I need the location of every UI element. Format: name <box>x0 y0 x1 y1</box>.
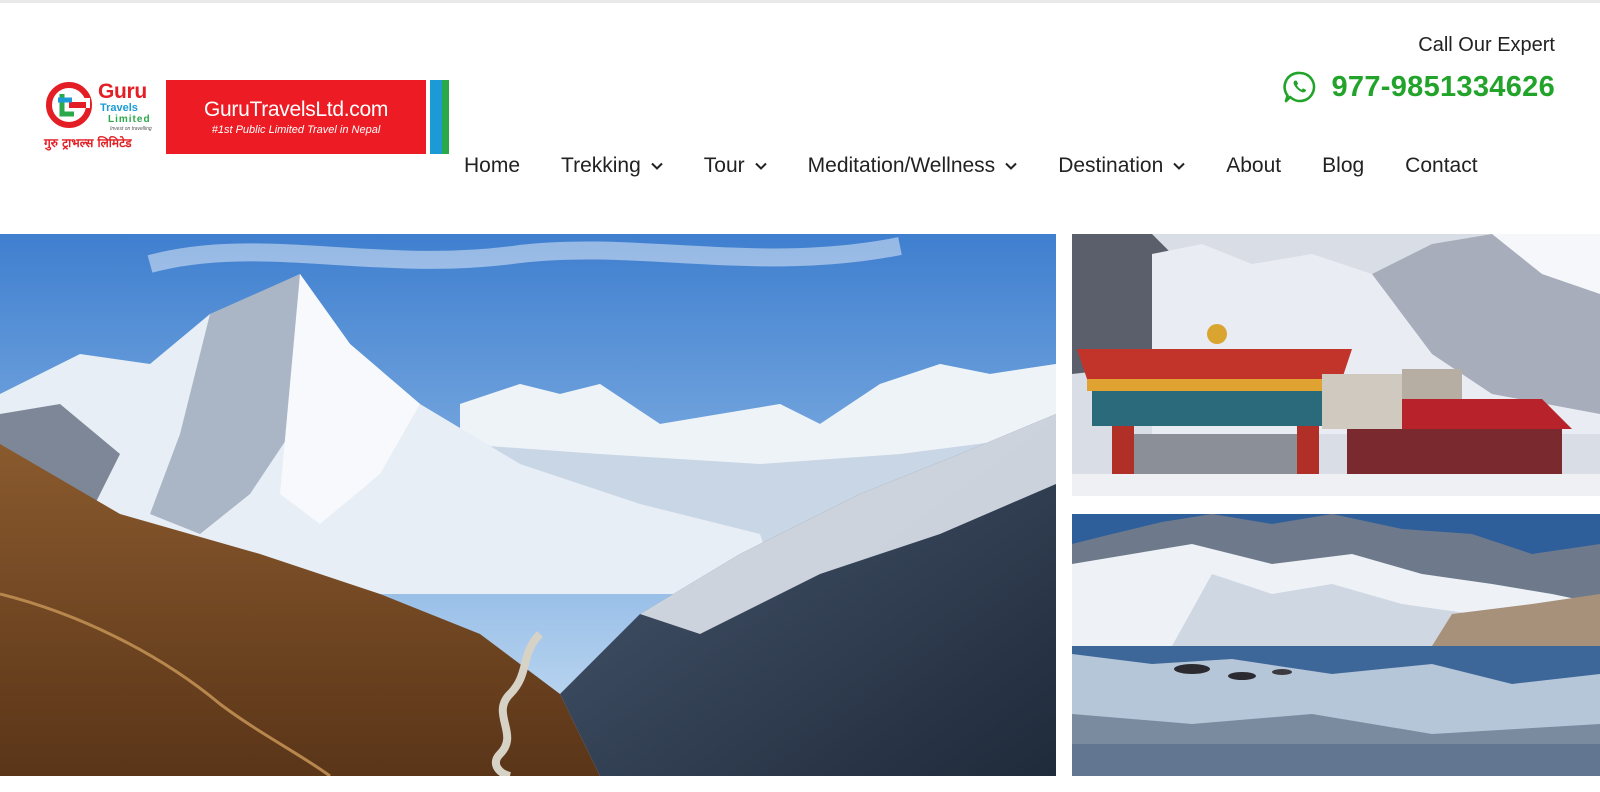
chevron-down-icon <box>1173 162 1185 170</box>
logo-limited-text: Limited <box>108 114 151 125</box>
site-logo[interactable]: Guru Travels Limited Invest on travellin… <box>44 80 455 154</box>
nav-item-tour[interactable]: Tour <box>704 154 767 178</box>
logo-tagline: Invest on travelling <box>110 126 152 132</box>
monastery-illustration <box>1072 234 1600 496</box>
logo-stripes <box>426 80 449 154</box>
mountain-lake-illustration <box>1072 514 1600 776</box>
nav-item-about[interactable]: About <box>1226 154 1281 178</box>
nav-item-label: Home <box>464 154 521 177</box>
top-border <box>0 0 1600 3</box>
chevron-down-icon <box>651 162 663 170</box>
nav-item-trekking[interactable]: Trekking <box>561 154 663 178</box>
nav-item-destination[interactable]: Destination <box>1058 154 1185 178</box>
nav-item-label: Meditation/Wellness <box>807 154 996 177</box>
himalayan-valley-photo[interactable] <box>0 234 1056 776</box>
logo-subtitle: #1st Public Limited Travel in Nepal <box>211 124 381 136</box>
main-nav: Home Trekking Tour Meditation/Wellness D… <box>464 154 1478 178</box>
logo-banner: GuruTravelsLtd.com #1st Public Limited T… <box>166 80 426 154</box>
chevron-down-icon <box>754 162 767 170</box>
nav-item-home[interactable]: Home <box>464 154 520 178</box>
chevron-down-icon <box>1005 162 1017 170</box>
phone-number[interactable]: 977-9851334626 <box>1331 71 1555 104</box>
mountain-lake-photo[interactable] <box>1072 514 1600 776</box>
monastery-photo[interactable] <box>1072 234 1600 496</box>
nav-item-meditation-wellness[interactable]: Meditation/Wellness <box>808 154 1018 178</box>
logo-emblem-block: Guru Travels Limited Invest on travellin… <box>44 80 166 154</box>
logo-site-name: GuruTravelsLtd.com <box>203 98 389 121</box>
nav-item-label: Blog <box>1322 154 1365 177</box>
logo-devanagari-text: गुरु ट्राभल्स लिमिटेड <box>44 136 132 150</box>
logo-travels-text: Travels <box>100 102 138 114</box>
nav-item-label: Contact <box>1405 154 1478 177</box>
whatsapp-icon[interactable] <box>1283 70 1317 104</box>
nav-item-label: Trekking <box>561 154 641 177</box>
nav-item-blog[interactable]: Blog <box>1322 154 1364 178</box>
himalayan-valley-illustration <box>0 234 1056 776</box>
call-expert-label: Call Our Expert <box>1418 34 1555 56</box>
nav-item-label: About <box>1226 154 1282 177</box>
nav-item-label: Destination <box>1058 154 1164 177</box>
logo-brand-text: Guru <box>98 80 147 103</box>
nav-item-contact[interactable]: Contact <box>1405 154 1477 178</box>
phone-contact[interactable]: 977-9851334626 <box>1283 70 1555 104</box>
nav-item-label: Tour <box>703 154 745 177</box>
logo-g-icon <box>46 82 92 128</box>
